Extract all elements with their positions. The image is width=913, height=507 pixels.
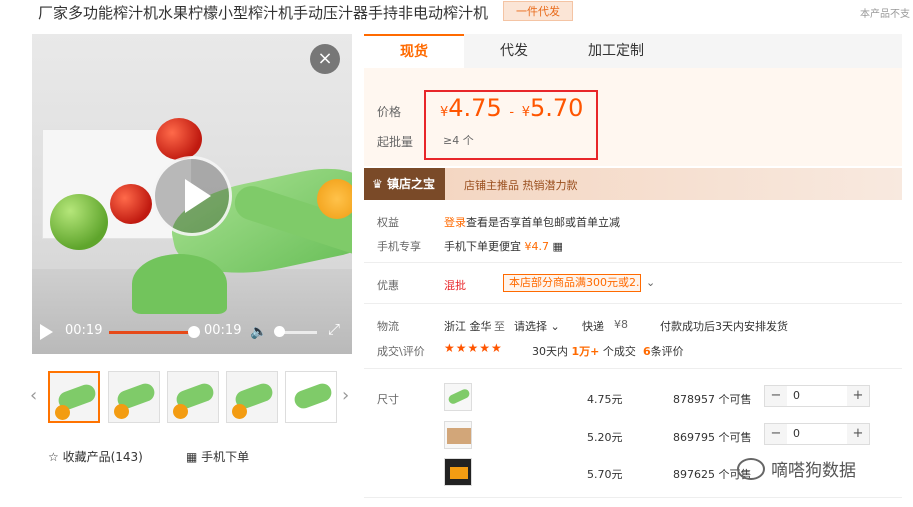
- sku-stock: 878957 个可售: [673, 393, 752, 406]
- duration-time: 00:19: [204, 323, 242, 338]
- shop-treasure-bar: ♛ 镇店之宝 店铺主推品 热销潜力款: [364, 168, 902, 200]
- thumbnail[interactable]: [285, 371, 337, 423]
- orange-image: [317, 179, 352, 219]
- video-controls: 00:19 00:19 🔈 ⤢: [32, 310, 352, 354]
- discount-label: 优惠: [377, 279, 399, 292]
- close-icon[interactable]: ×: [310, 44, 340, 74]
- sku-stock: 869795 个可售: [673, 431, 752, 444]
- chevron-left-icon[interactable]: ‹: [30, 385, 37, 406]
- chevron-down-icon[interactable]: ⌄: [646, 276, 655, 289]
- price-label: 价格: [377, 105, 402, 119]
- shop-treasure-tag: ♛ 镇店之宝: [364, 168, 445, 200]
- star-outline-icon: ☆: [48, 450, 59, 464]
- volume-knob[interactable]: [274, 326, 285, 337]
- divider: [364, 262, 902, 263]
- thumbnail[interactable]: [108, 371, 160, 423]
- thumbnail[interactable]: [226, 371, 278, 423]
- logistics-label: 物流: [377, 320, 399, 333]
- promo-tag[interactable]: 本店部分商品满300元或2...: [503, 274, 641, 292]
- sales-volume: 1万+: [571, 345, 600, 358]
- sku-price: 4.75元: [587, 393, 623, 406]
- apple-image: [50, 194, 108, 250]
- quantity-value[interactable]: 0: [793, 427, 800, 440]
- product-video[interactable]: × 00:19 00:19 🔈 ⤢: [32, 34, 352, 354]
- tomato-image: [156, 118, 202, 160]
- tab-customize[interactable]: 加工定制: [566, 34, 666, 68]
- tab-dropship[interactable]: 代发: [464, 34, 564, 68]
- play-small-icon[interactable]: [40, 324, 53, 340]
- mobile-order-label: 手机下单: [201, 450, 250, 464]
- ship-note: 付款成功后3天内安排发货: [660, 320, 788, 333]
- thumbnail-strip: ‹ ›: [30, 371, 352, 423]
- mobile-price: ¥4.7: [524, 240, 550, 253]
- sales-row: 30天内 1万+ 个成交: [532, 345, 636, 358]
- chevron-right-icon[interactable]: ›: [342, 385, 349, 406]
- rating-stars: ★★★★★: [444, 341, 503, 355]
- wechat-icon: [737, 458, 765, 480]
- volume-icon[interactable]: 🔈: [250, 324, 267, 340]
- favorite-label: 收藏产品(143): [62, 450, 143, 464]
- thumbnail[interactable]: [48, 371, 100, 423]
- moq-value: ≥4 个: [443, 134, 474, 147]
- watermark-text: 嘀嗒狗数据: [771, 461, 856, 481]
- to-text: 至: [494, 320, 505, 333]
- review-count-link[interactable]: 6条评价: [643, 343, 684, 359]
- increment-button[interactable]: +: [847, 386, 869, 406]
- qrcode-icon[interactable]: ▦: [553, 240, 563, 253]
- destination-select[interactable]: 请选择 ⌄: [514, 318, 560, 334]
- fullscreen-icon[interactable]: ⤢: [328, 320, 340, 338]
- sku-size-label: 尺寸: [377, 393, 399, 406]
- product-notice: 本产品不支: [860, 9, 910, 20]
- quantity-value[interactable]: 0: [793, 389, 800, 402]
- product-title: 厂家多功能榨汁机水果柠檬小型榨汁机手动压汁器手持非电动榨汁机: [38, 4, 489, 22]
- origin: 浙江 金华: [444, 320, 492, 333]
- sku-thumbnail[interactable]: [444, 383, 472, 411]
- sku-price: 5.70元: [587, 468, 623, 481]
- mobile-order-button[interactable]: ▦ 手机下单: [186, 448, 249, 465]
- juicer-base-image: [132, 254, 227, 314]
- sku-price: 5.20元: [587, 431, 623, 444]
- tab-spot[interactable]: 现货: [364, 34, 464, 68]
- quantity-stepper[interactable]: − 0 +: [764, 423, 870, 445]
- qrcode-icon: ▦: [186, 450, 198, 464]
- sku-thumbnail[interactable]: [444, 458, 472, 486]
- decrement-button[interactable]: −: [765, 386, 787, 406]
- favorite-button[interactable]: ☆ 收藏产品(143): [48, 448, 143, 465]
- dropship-badge[interactable]: 一件代发: [503, 1, 573, 21]
- chevron-down-icon: ⌄: [550, 320, 560, 333]
- play-icon[interactable]: [152, 156, 232, 236]
- sku-thumbnail[interactable]: [444, 421, 472, 449]
- divider: [364, 303, 902, 304]
- thumbnail[interactable]: [167, 371, 219, 423]
- login-link[interactable]: 登录: [444, 216, 466, 229]
- reviews-label: 成交\评价: [377, 345, 425, 358]
- progress-knob[interactable]: [188, 326, 200, 338]
- mobile-exclusive-label: 手机专享: [377, 240, 421, 253]
- benefits-row: 登录查看是否享首单包邮或首单立减: [444, 214, 620, 230]
- quantity-stepper[interactable]: − 0 +: [764, 385, 870, 407]
- decrement-button[interactable]: −: [765, 424, 787, 444]
- current-time: 00:19: [65, 323, 103, 338]
- divider: [364, 497, 902, 498]
- progress-bar[interactable]: [109, 331, 194, 334]
- shop-desc: 店铺主推品 热销潜力款: [464, 179, 578, 192]
- benefits-text: 查看是否享首单包邮或首单立减: [466, 216, 620, 229]
- divider: [364, 368, 902, 369]
- mode-tabs: 现货 代发 加工定制: [364, 34, 902, 68]
- mobile-exclusive-row: 手机下单更便宜 ¥4.7 ▦: [444, 240, 563, 253]
- crown-icon: ♛: [372, 177, 383, 191]
- express-label: 快递: [582, 320, 604, 333]
- discount-type: 混批: [444, 279, 466, 292]
- price-range: ¥4.75 - ¥5.70: [440, 94, 584, 122]
- increment-button[interactable]: +: [847, 424, 869, 444]
- moq-label: 起批量: [377, 135, 414, 149]
- tomato-image: [110, 184, 152, 224]
- benefits-label: 权益: [377, 216, 399, 229]
- shipping-fee: ¥8: [614, 318, 628, 331]
